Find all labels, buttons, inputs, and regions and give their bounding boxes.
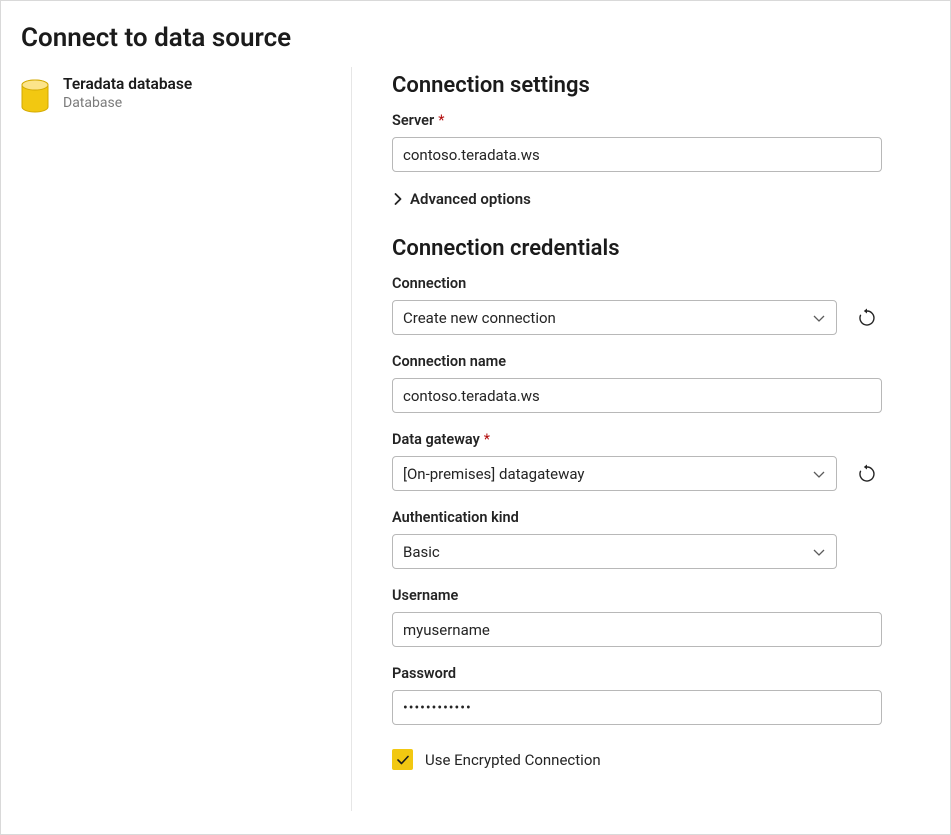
auth-kind-select[interactable]: Basic xyxy=(392,534,837,569)
password-input[interactable]: •••••••••••• xyxy=(392,690,882,725)
field-connection-name: Connection name contoso.teradata.ws xyxy=(392,353,910,413)
field-password: Password •••••••••••• xyxy=(392,665,910,725)
data-gateway-select[interactable]: [On-premises] datagateway xyxy=(392,456,837,491)
field-connection: Connection Create new connection xyxy=(392,275,910,335)
field-server: Server* contoso.teradata.ws xyxy=(392,112,910,172)
form-panel: Connection settings Server* contoso.tera… xyxy=(352,63,950,821)
auth-kind-label: Authentication kind xyxy=(392,509,910,526)
content-area: Teradata database Database Connection se… xyxy=(1,63,950,821)
refresh-icon xyxy=(857,464,877,484)
field-encrypted: Use Encrypted Connection xyxy=(392,749,910,770)
connection-label: Connection xyxy=(392,275,910,292)
sidebar: Teradata database Database xyxy=(1,63,351,821)
section-heading-settings: Connection settings xyxy=(392,73,910,98)
required-indicator: * xyxy=(438,112,444,129)
field-data-gateway: Data gateway* [On-premises] datagateway xyxy=(392,431,910,491)
data-gateway-label: Data gateway* xyxy=(392,431,910,448)
chevron-down-icon xyxy=(812,311,826,325)
advanced-options-toggle[interactable]: Advanced options xyxy=(392,190,910,208)
password-label: Password xyxy=(392,665,910,682)
dialog-title: Connect to data source xyxy=(1,1,950,63)
dialog-connect-data-source: Connect to data source Teradata database… xyxy=(0,0,951,835)
connection-name-label: Connection name xyxy=(392,353,910,370)
source-labels: Teradata database Database xyxy=(63,75,192,111)
server-input[interactable]: contoso.teradata.ws xyxy=(392,137,882,172)
username-label: Username xyxy=(392,587,910,604)
username-input[interactable]: myusername xyxy=(392,612,882,647)
connection-select[interactable]: Create new connection xyxy=(392,300,837,335)
required-indicator: * xyxy=(484,431,490,448)
connection-refresh-button[interactable] xyxy=(853,304,881,332)
connection-name-input[interactable]: contoso.teradata.ws xyxy=(392,378,882,413)
gateway-refresh-button[interactable] xyxy=(853,460,881,488)
field-username: Username myusername xyxy=(392,587,910,647)
refresh-icon xyxy=(857,308,877,328)
source-category: Database xyxy=(63,95,192,111)
encrypted-checkbox[interactable] xyxy=(392,749,413,770)
server-label: Server* xyxy=(392,112,910,129)
check-icon xyxy=(396,753,410,767)
source-title: Teradata database xyxy=(63,75,192,93)
source-item[interactable]: Teradata database Database xyxy=(21,75,331,115)
chevron-down-icon xyxy=(812,545,826,559)
chevron-right-icon xyxy=(392,193,404,205)
field-auth-kind: Authentication kind Basic xyxy=(392,509,910,569)
encrypted-label: Use Encrypted Connection xyxy=(425,751,601,769)
chevron-down-icon xyxy=(812,467,826,481)
section-heading-credentials: Connection credentials xyxy=(392,236,910,261)
database-icon xyxy=(21,79,49,115)
